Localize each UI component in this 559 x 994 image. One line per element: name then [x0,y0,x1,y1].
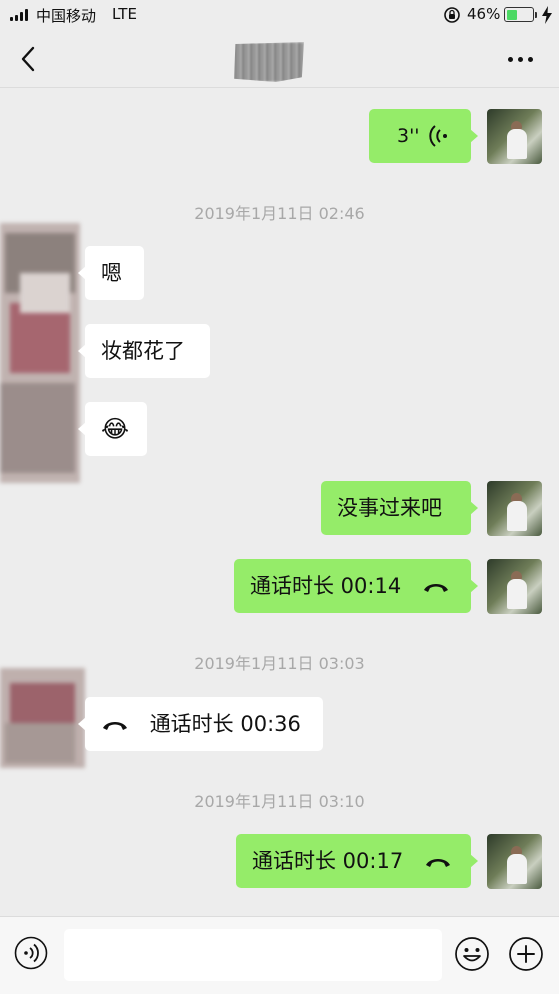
text-message-bubble[interactable]: 妆都花了 [78,324,210,378]
orientation-lock-icon [444,7,460,23]
timestamp: 2019年1月11日 03:10 [194,792,365,811]
status-bar: 中国移动 LTE 46% [0,0,559,30]
emoji-icon[interactable] [454,936,490,972]
call-record-bubble[interactable]: 通话时长 00:36 [78,697,323,751]
phone-hangup-icon [423,584,448,592]
emoji-message-bubble[interactable]: 😂 [78,402,147,456]
my-avatar[interactable] [487,109,542,164]
input-bar [0,916,559,994]
carrier-name: 中国移动 [36,7,97,25]
chevron-left-icon[interactable] [18,44,40,74]
call-record-bubble[interactable]: 通话时长 00:14 [234,559,478,613]
battery-fill [506,9,517,20]
message-text: 没事过来吧 [337,496,442,520]
my-avatar[interactable] [487,481,542,536]
phone-hangup-icon [425,859,450,867]
charging-bolt-icon [542,6,552,24]
voice-wave-icon [429,125,447,147]
call-duration-text: 通话时长 00:17 [252,849,404,873]
phone-hangup-icon [103,722,127,730]
my-avatar[interactable] [487,559,542,614]
voice-input-icon[interactable] [14,936,48,970]
text-message-bubble[interactable]: 嗯 [78,246,144,300]
laughing-tears-emoji: 😂 [101,415,130,443]
voice-message-bubble[interactable]: 3'' [369,109,478,163]
message-text: 嗯 [101,261,122,285]
chat-header [0,30,559,88]
contact-name-redacted [234,42,304,82]
call-duration-text: 通话时长 00:36 [149,712,301,736]
voice-duration: 3'' [397,125,420,147]
battery-icon [504,7,537,22]
call-duration-text: 通话时长 00:14 [250,574,402,598]
battery-percent: 46% [467,5,501,23]
text-message-bubble[interactable]: 没事过来吧 [321,481,478,535]
message-list[interactable]: 3'' 2019年1月11日 02:46 嗯 妆都花了 😂 没事过来吧 通话时长… [0,88,559,916]
call-record-bubble[interactable]: 通话时长 00:17 [236,834,478,888]
message-input[interactable] [64,929,442,981]
more-dots-icon[interactable] [502,44,542,74]
network-type: LTE [112,5,137,23]
my-avatar[interactable] [487,834,542,889]
plus-circle-icon[interactable] [508,936,544,972]
message-text: 妆都花了 [101,339,185,363]
